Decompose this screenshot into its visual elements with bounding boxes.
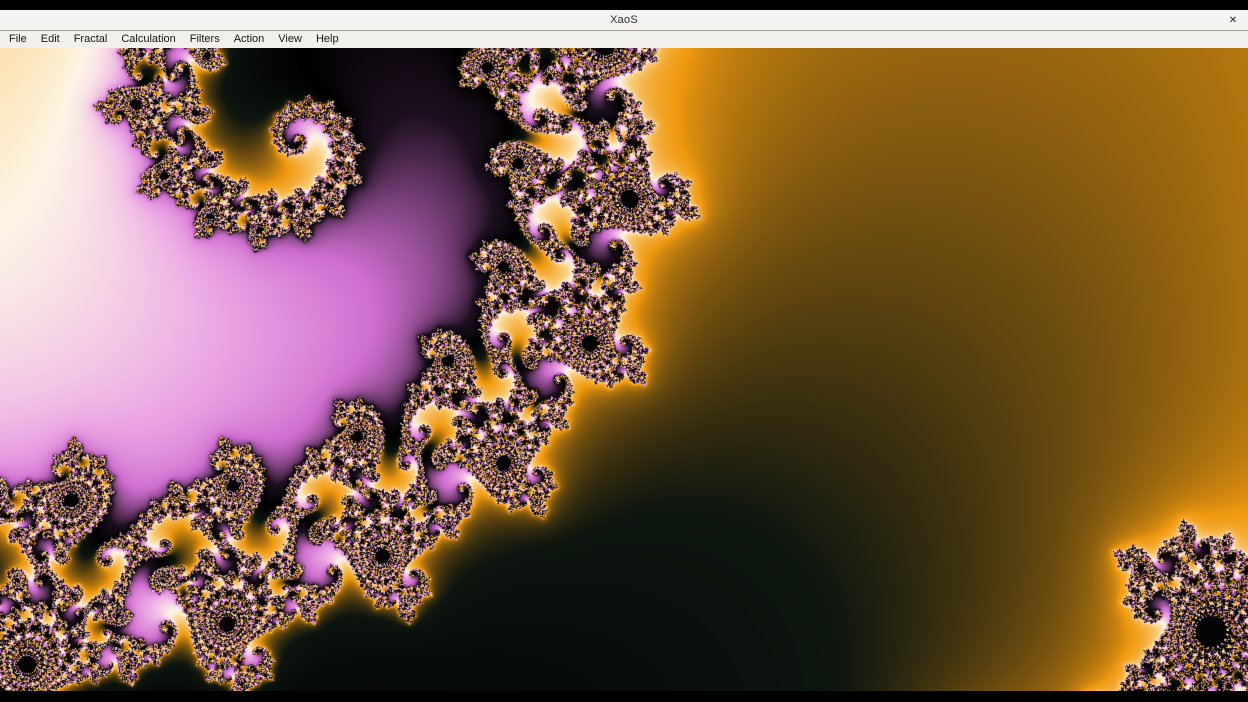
menu-item-action[interactable]: Action bbox=[227, 32, 272, 47]
menu-item-view[interactable]: View bbox=[271, 32, 309, 47]
menu-item-filters[interactable]: Filters bbox=[183, 32, 227, 47]
menu-item-fractal[interactable]: Fractal bbox=[67, 32, 115, 47]
menu-item-file[interactable]: File bbox=[2, 32, 34, 47]
menu-item-calculation[interactable]: Calculation bbox=[114, 32, 182, 47]
fractal-canvas[interactable] bbox=[0, 48, 1248, 691]
menu-item-help[interactable]: Help bbox=[309, 32, 346, 47]
fractal-view bbox=[0, 48, 1248, 691]
title-bar: XaoS ✕ bbox=[0, 10, 1248, 31]
bottom-screen-edge bbox=[0, 691, 1248, 701]
screen: XaoS ✕ File Edit Fractal Calculation Fil… bbox=[0, 0, 1248, 702]
menu-bar: File Edit Fractal Calculation Filters Ac… bbox=[0, 31, 1248, 48]
window-title: XaoS bbox=[610, 14, 638, 26]
top-screen-edge bbox=[0, 0, 1248, 10]
close-icon[interactable]: ✕ bbox=[1224, 10, 1242, 31]
menu-item-edit[interactable]: Edit bbox=[34, 32, 67, 47]
